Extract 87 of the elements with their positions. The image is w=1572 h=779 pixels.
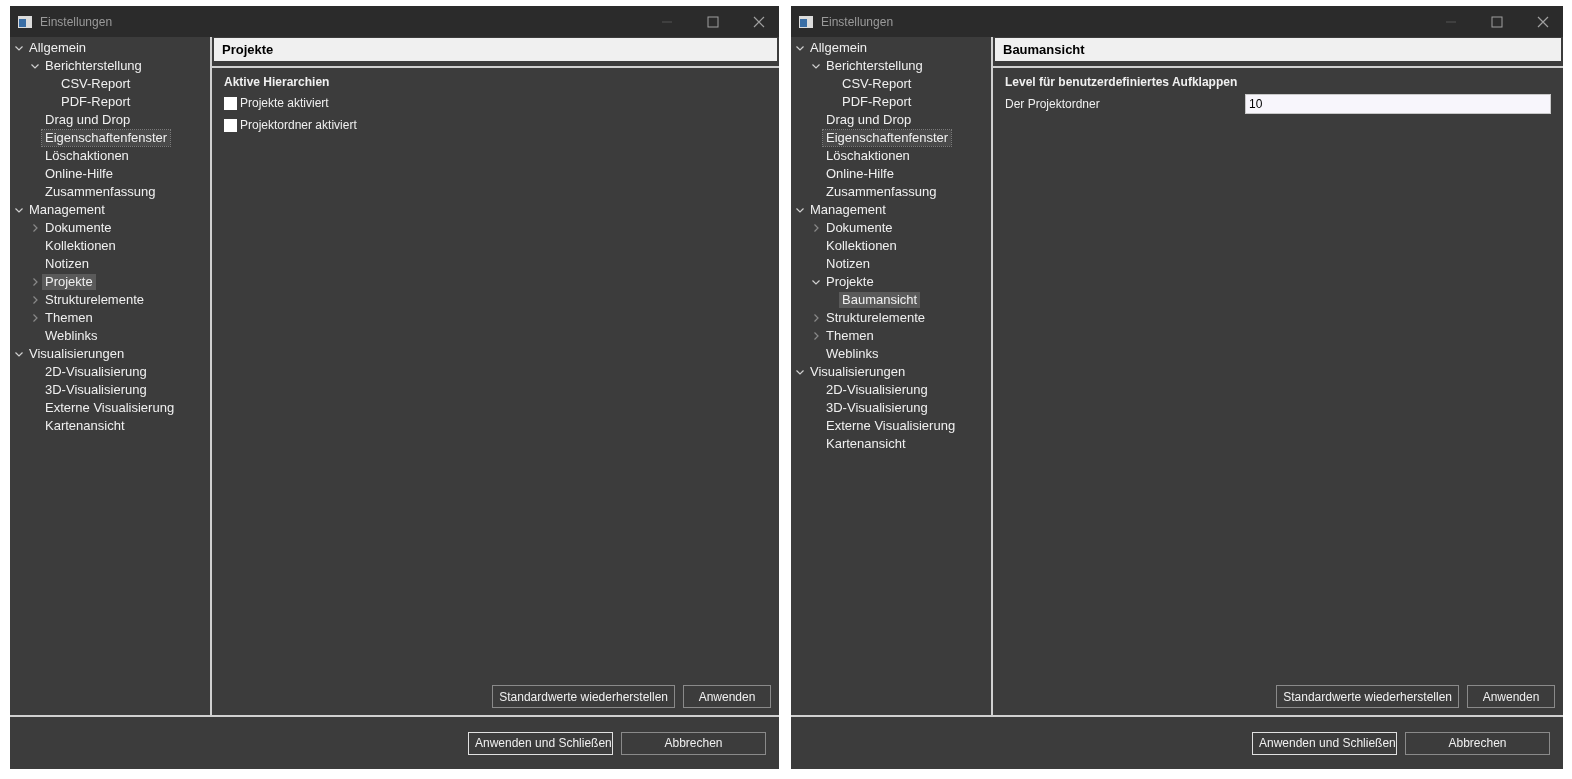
tree-item[interactable]: Baumansicht xyxy=(839,292,921,308)
maximize-icon[interactable] xyxy=(1491,15,1503,28)
apply-and-close-button[interactable]: Anwenden und Schließen xyxy=(468,731,613,755)
tree-item[interactable]: 2D-Visualisierung xyxy=(823,382,931,398)
tree-item[interactable]: Berichterstellung xyxy=(42,58,145,74)
chevron-down-icon[interactable] xyxy=(795,43,805,53)
tree-item[interactable]: 2D-Visualisierung xyxy=(42,364,150,380)
tree-item[interactable]: Kollektionen xyxy=(42,238,119,254)
tree-item[interactable]: Zusammenfassung xyxy=(42,184,159,200)
window-icon xyxy=(799,15,813,28)
tree-item[interactable]: Weblinks xyxy=(823,346,882,362)
close-icon[interactable] xyxy=(753,15,765,28)
tree-item[interactable]: 3D-Visualisierung xyxy=(42,382,150,398)
chevron-down-icon[interactable] xyxy=(30,61,40,71)
tree-item[interactable]: CSV-Report xyxy=(839,76,915,92)
tree-item[interactable]: Drag und Drop xyxy=(823,112,915,128)
tree-item[interactable]: Projekte xyxy=(42,274,96,290)
checkbox[interactable] xyxy=(224,96,237,110)
chevron-down-icon[interactable] xyxy=(14,349,24,359)
tree-item[interactable]: Online-Hilfe xyxy=(823,166,897,182)
chevron-right-icon[interactable] xyxy=(811,223,821,233)
restore-defaults-button[interactable]: Standardwerte wiederherstellen xyxy=(492,685,675,708)
apply-and-close-button[interactable]: Anwenden und Schließen xyxy=(1252,731,1397,755)
chevron-down-icon[interactable] xyxy=(14,205,24,215)
tree-item[interactable]: Management xyxy=(807,202,889,218)
tree-item[interactable]: Kartenansicht xyxy=(42,418,128,434)
tree-item[interactable]: Weblinks xyxy=(42,328,101,344)
section-heading: Aktive Hierarchien xyxy=(224,74,331,91)
tree-item[interactable]: PDF-Report xyxy=(58,94,134,110)
chevron-down-icon[interactable] xyxy=(811,61,821,71)
tree-item[interactable]: 3D-Visualisierung xyxy=(823,400,931,416)
cancel-button[interactable]: Abbrechen xyxy=(1405,731,1550,755)
chevron-down-icon[interactable] xyxy=(14,43,24,53)
tree-item[interactable]: Notizen xyxy=(42,256,93,272)
tree-item[interactable]: Drag und Drop xyxy=(42,112,134,128)
checkbox-label: Projekte aktiviert xyxy=(240,95,329,112)
chevron-right-icon[interactable] xyxy=(30,223,40,233)
apply-button[interactable]: Anwenden xyxy=(1467,685,1555,708)
tree-item[interactable]: Allgemein xyxy=(807,40,871,56)
checkbox[interactable] xyxy=(224,118,237,132)
tree-item[interactable]: Notizen xyxy=(823,256,874,272)
restore-defaults-button[interactable]: Standardwerte wiederherstellen xyxy=(1276,685,1459,708)
page-title: Projekte xyxy=(222,40,274,59)
window-icon xyxy=(18,15,32,28)
tree-item[interactable]: Kartenansicht xyxy=(823,436,909,452)
tree-item[interactable]: Themen xyxy=(823,328,877,344)
tree-item[interactable]: Strukturelemente xyxy=(823,310,928,326)
tree-item[interactable]: Management xyxy=(26,202,108,218)
tree-item[interactable]: Eigenschaftenfenster xyxy=(42,130,171,146)
close-icon[interactable] xyxy=(1537,15,1549,28)
tree-item[interactable]: Eigenschaftenfenster xyxy=(823,130,952,146)
tree-item[interactable]: Themen xyxy=(42,310,96,326)
apply-button[interactable]: Anwenden xyxy=(683,685,771,708)
maximize-icon[interactable] xyxy=(707,15,719,28)
tree-item[interactable]: Projekte xyxy=(823,274,877,290)
tree-item[interactable]: Dokumente xyxy=(42,220,115,236)
checkbox-label: Projektordner aktiviert xyxy=(240,117,357,134)
chevron-right-icon[interactable] xyxy=(30,313,40,323)
tree-item[interactable]: Allgemein xyxy=(26,40,90,56)
tree-item[interactable]: Löschaktionen xyxy=(42,148,132,164)
tree-item[interactable]: Externe Visualisierung xyxy=(42,400,178,416)
number-field[interactable]: 10 xyxy=(1245,94,1551,114)
tree-item[interactable]: Berichterstellung xyxy=(823,58,926,74)
chevron-down-icon[interactable] xyxy=(795,205,805,215)
field-label: Der Projektordner xyxy=(1005,96,1101,113)
window-title: Einstellungen xyxy=(821,13,895,31)
chevron-right-icon[interactable] xyxy=(30,295,40,305)
tree-item[interactable]: Visualisierungen xyxy=(807,364,909,380)
tree-item[interactable]: Externe Visualisierung xyxy=(823,418,959,434)
cancel-button[interactable]: Abbrechen xyxy=(621,731,766,755)
chevron-right-icon[interactable] xyxy=(811,313,821,323)
chevron-right-icon[interactable] xyxy=(30,277,40,287)
tree-item[interactable]: Kollektionen xyxy=(823,238,900,254)
chevron-down-icon[interactable] xyxy=(795,367,805,377)
chevron-right-icon[interactable] xyxy=(811,331,821,341)
tree-item[interactable]: PDF-Report xyxy=(839,94,915,110)
tree-item[interactable]: Strukturelemente xyxy=(42,292,147,308)
section-heading: Level für benutzerdefiniertes Aufklappen xyxy=(1005,74,1239,91)
tree-item[interactable]: Visualisierungen xyxy=(26,346,128,362)
page-title: Baumansicht xyxy=(1003,40,1085,59)
tree-item[interactable]: Zusammenfassung xyxy=(823,184,940,200)
tree-item[interactable]: CSV-Report xyxy=(58,76,134,92)
tree-item[interactable]: Löschaktionen xyxy=(823,148,913,164)
chevron-down-icon[interactable] xyxy=(811,277,821,287)
tree-item[interactable]: Online-Hilfe xyxy=(42,166,116,182)
tree-item[interactable]: Dokumente xyxy=(823,220,896,236)
window-title: Einstellungen xyxy=(40,13,114,31)
